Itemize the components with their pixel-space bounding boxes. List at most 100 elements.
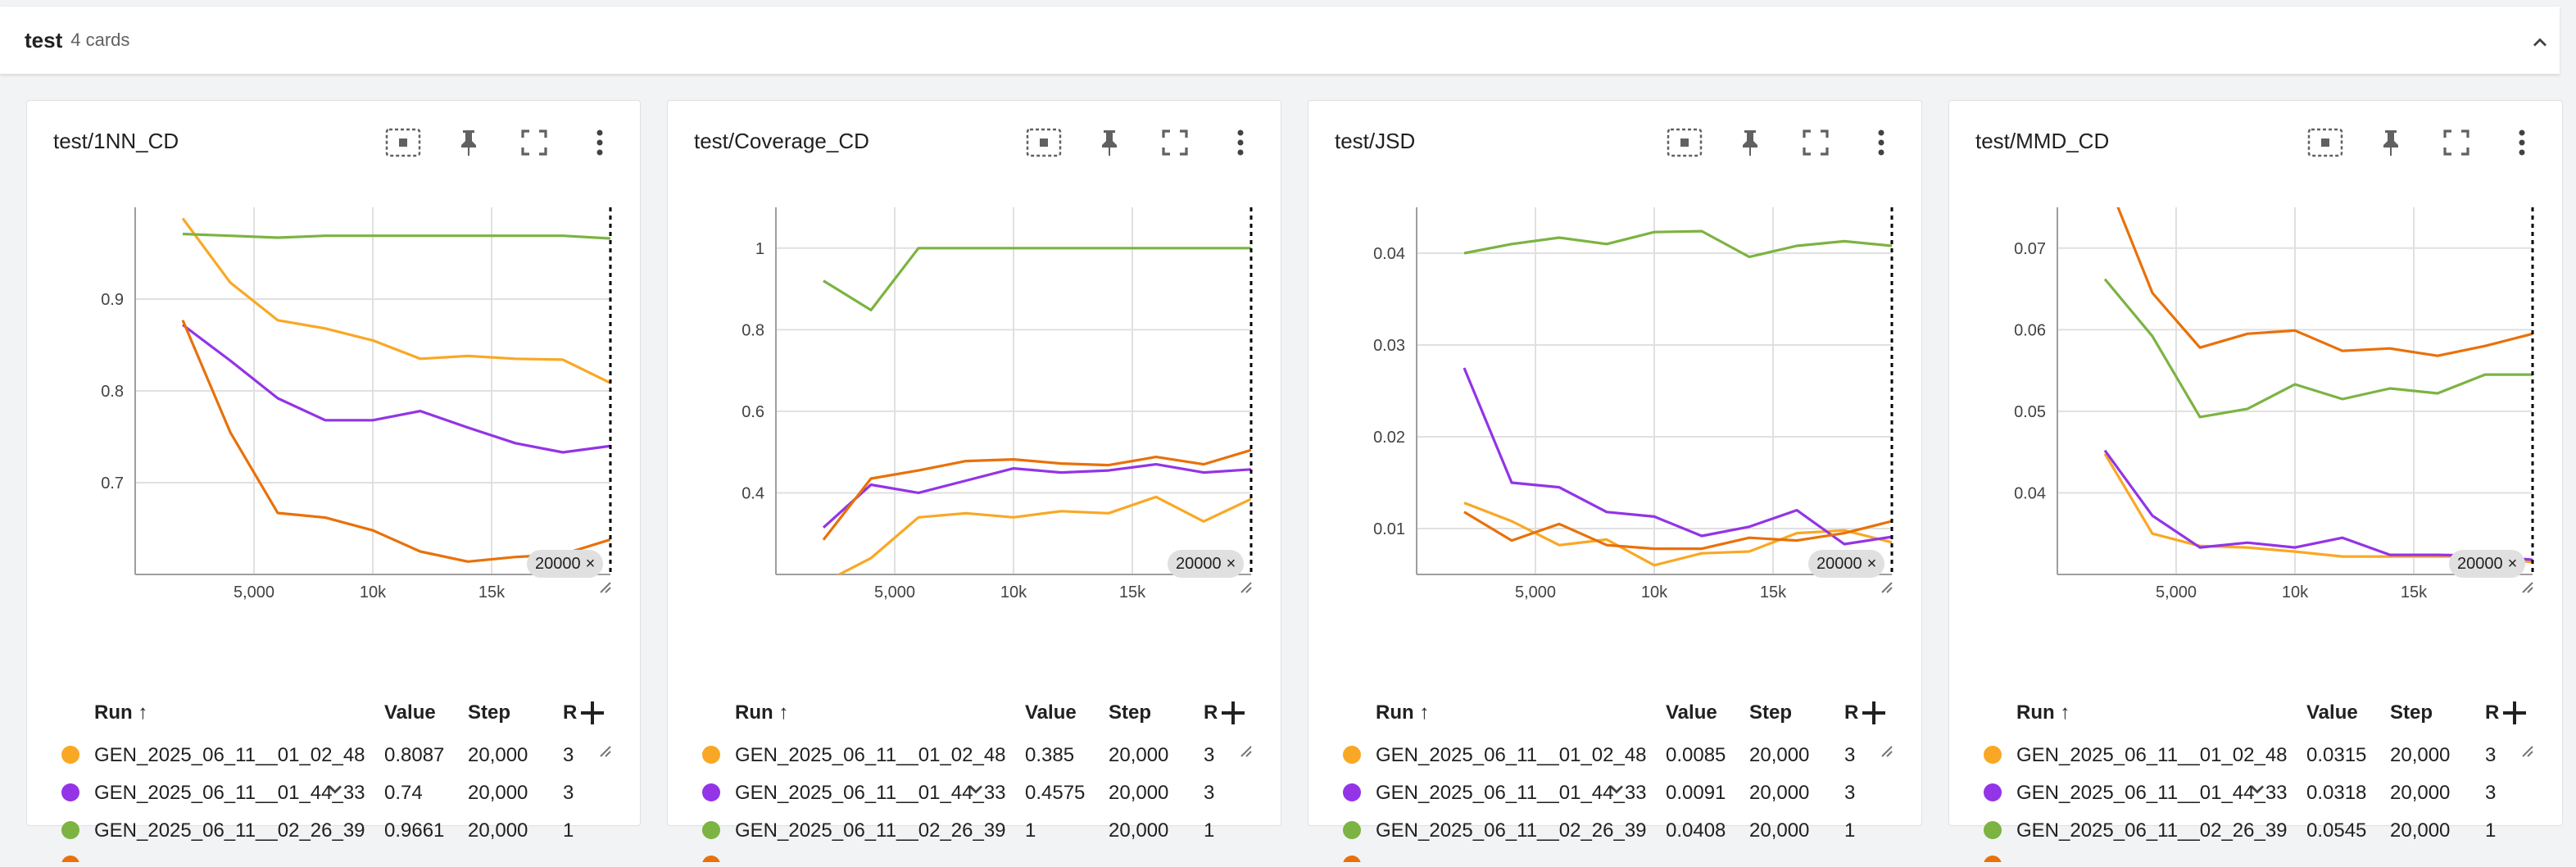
chevron-down-icon[interactable] — [1600, 773, 1633, 806]
step-selector-chip[interactable]: 20000 × — [527, 550, 604, 578]
fullscreen-icon[interactable] — [514, 122, 555, 163]
fullscreen-icon[interactable] — [1795, 122, 1836, 163]
fit-domain-icon[interactable] — [383, 122, 424, 163]
column-header-value[interactable]: Value — [384, 701, 436, 724]
series-line[interactable] — [182, 324, 610, 454]
group-card-count: 4 cards — [70, 30, 130, 50]
column-header-step[interactable]: Step — [2390, 701, 2433, 724]
resize-handle-icon[interactable] — [597, 579, 612, 594]
series-line[interactable] — [2103, 449, 2533, 561]
run-relative: 3 — [1204, 782, 1215, 804]
add-icon[interactable] — [578, 698, 607, 728]
card-group-header[interactable]: test 4 cards — [0, 7, 2560, 75]
card-title: test/MMD_CD — [1975, 129, 2110, 153]
y-tick-label: 0.03 — [1373, 337, 1405, 355]
add-icon[interactable] — [1859, 698, 1889, 728]
table-row[interactable]: GEN_2025_06_11__02_26_39 0.0408 20,000 1 — [1308, 811, 1921, 849]
column-header-relative[interactable]: R — [2485, 701, 2499, 724]
step-selector-chip[interactable]: 20000 × — [1168, 550, 1245, 578]
run-relative: 1 — [2485, 819, 2497, 842]
run-color-dot — [1343, 856, 1361, 862]
column-header-run[interactable]: Run ↑ — [735, 701, 788, 724]
column-header-run[interactable]: Run ↑ — [94, 701, 147, 724]
chevron-down-icon[interactable] — [959, 773, 992, 806]
fit-domain-icon[interactable] — [1664, 122, 1705, 163]
card-title: test/JSD — [1335, 129, 1416, 153]
run-color-dot — [1343, 821, 1361, 839]
column-header-step[interactable]: Step — [1109, 701, 1151, 724]
column-header-value[interactable]: Value — [1666, 701, 1717, 724]
column-header-relative[interactable]: R — [563, 701, 577, 724]
chevron-down-icon[interactable] — [2241, 773, 2274, 806]
run-color-dot — [702, 856, 720, 862]
run-relative: 1 — [1844, 819, 1856, 842]
series-line[interactable] — [2103, 452, 2533, 564]
run-step: 20,000 — [1109, 744, 1169, 766]
close-icon[interactable]: × — [1867, 555, 1877, 574]
table-row[interactable]: GEN_2025_06_11__02_26_39 1 20,000 1 — [668, 811, 1281, 849]
step-selector-chip[interactable]: 20000 × — [1808, 550, 1885, 578]
chevron-up-icon[interactable] — [2524, 26, 2556, 59]
resize-handle-icon[interactable] — [1879, 579, 1893, 594]
series-line[interactable] — [822, 448, 1251, 541]
resize-handle-icon[interactable] — [1238, 579, 1253, 594]
more-vert-icon[interactable] — [579, 122, 620, 163]
table-row[interactable]: GEN_2025_06_11__01_02_48 0.0315 20,000 3 — [1949, 736, 2562, 774]
close-icon[interactable]: × — [2508, 555, 2518, 574]
more-vert-icon[interactable] — [2501, 122, 2542, 163]
resize-handle-icon[interactable] — [597, 743, 612, 758]
step-chip-label: 20000 — [535, 554, 581, 573]
add-icon[interactable] — [1218, 698, 1248, 728]
pin-icon[interactable] — [2370, 122, 2411, 163]
column-header-step[interactable]: Step — [468, 701, 510, 724]
run-step: 20,000 — [468, 782, 528, 804]
table-row[interactable]: GEN_2025_06_11__01_02_48 0.8087 20,000 3 — [27, 736, 640, 774]
column-header-relative[interactable]: R — [1844, 701, 1858, 724]
column-header-value[interactable]: Value — [1025, 701, 1077, 724]
pin-icon[interactable] — [1730, 122, 1771, 163]
column-header-step[interactable]: Step — [1749, 701, 1792, 724]
series-line[interactable] — [2105, 175, 2533, 357]
pin-icon[interactable] — [448, 122, 489, 163]
column-header-run[interactable]: Run ↑ — [1376, 701, 1429, 724]
more-vert-icon[interactable] — [1220, 122, 1261, 163]
fullscreen-icon[interactable] — [1154, 122, 1195, 163]
resize-handle-icon[interactable] — [1238, 743, 1253, 758]
close-icon[interactable]: × — [1227, 555, 1236, 574]
series-line[interactable] — [2103, 278, 2533, 419]
resize-handle-icon[interactable] — [2519, 743, 2534, 758]
run-value: 0.0085 — [1666, 744, 1726, 766]
pin-icon[interactable] — [1089, 122, 1130, 163]
table-row[interactable]: GEN_2025_06_11__02_26_39 0.0545 20,000 1 — [1949, 811, 2562, 849]
run-color-dot — [702, 746, 720, 764]
more-vert-icon[interactable] — [1861, 122, 1902, 163]
scalar-card: test/1NN_CD 0.9 0.8 0.7 5,000 10k 15k 20000 ×… — [26, 100, 641, 862]
column-header-run[interactable]: Run ↑ — [2016, 701, 2070, 724]
series-line[interactable] — [822, 463, 1251, 529]
step-selector-chip[interactable]: 20000 × — [2449, 550, 2526, 578]
table-row[interactable]: GEN_2025_06_11__01_02_48 0.0085 20,000 3 — [1308, 736, 1921, 774]
close-icon[interactable]: × — [586, 555, 596, 574]
column-header-value[interactable]: Value — [2306, 701, 2358, 724]
chevron-down-icon[interactable] — [319, 773, 351, 806]
series-line[interactable] — [823, 247, 1251, 311]
add-icon[interactable] — [2500, 698, 2529, 728]
run-step: 20,000 — [2390, 782, 2451, 804]
fit-domain-icon[interactable] — [1023, 122, 1064, 163]
run-color-dot — [61, 746, 79, 764]
series-line[interactable] — [181, 320, 610, 563]
run-name: GEN_2025_06_11__02_26_39 — [94, 819, 365, 842]
fit-domain-icon[interactable] — [2305, 122, 2346, 163]
series-line[interactable] — [182, 232, 610, 240]
column-header-relative[interactable]: R — [1204, 701, 1218, 724]
resize-handle-icon[interactable] — [2519, 579, 2534, 594]
run-value: 1 — [1025, 819, 1036, 842]
series-line[interactable] — [181, 217, 610, 384]
table-row[interactable]: GEN_2025_06_11__02_26_39 0.9661 20,000 1 — [27, 811, 640, 849]
resize-handle-icon[interactable] — [1879, 743, 1893, 758]
fullscreen-icon[interactable] — [2436, 122, 2477, 163]
table-row[interactable]: GEN_2025_06_11__01_02_48 0.385 20,000 3 — [668, 736, 1281, 774]
series-line[interactable] — [1463, 367, 1892, 546]
run-relative: 3 — [563, 744, 574, 766]
step-chip-label: 20000 — [1816, 554, 1862, 573]
